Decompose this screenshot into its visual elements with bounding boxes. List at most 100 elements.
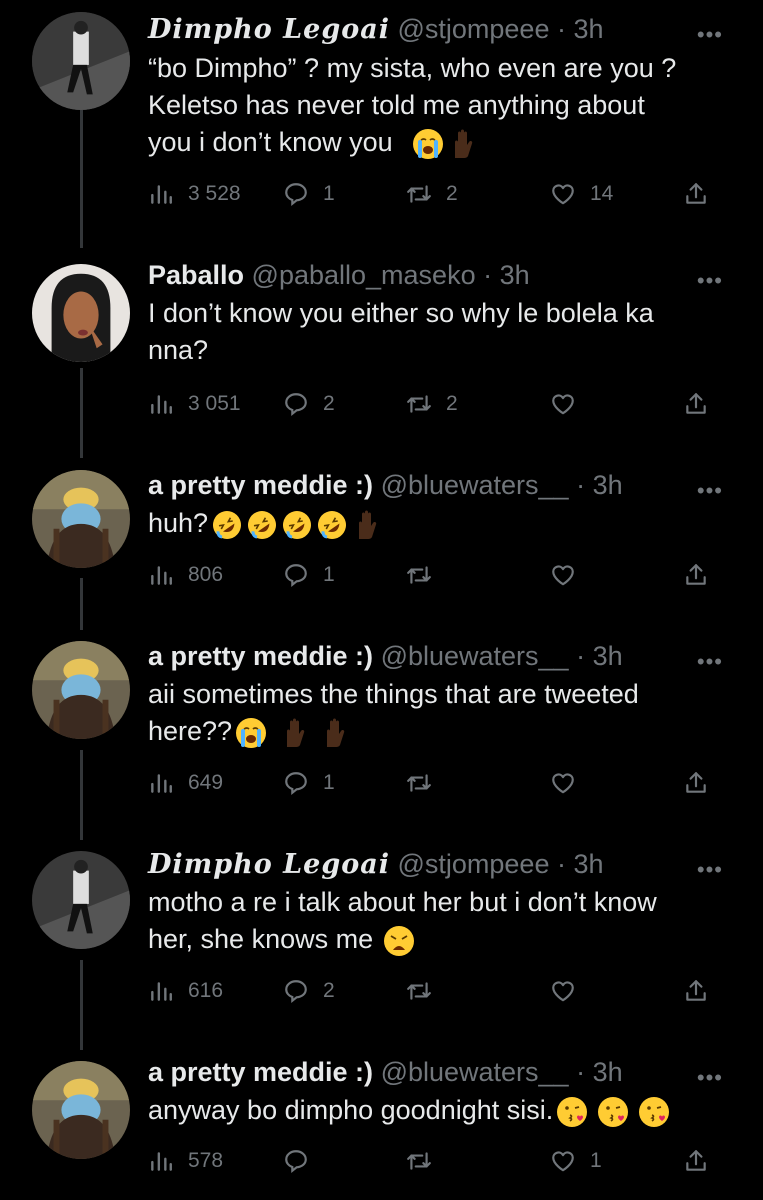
- views-action[interactable]: 649: [148, 766, 223, 800]
- handle[interactable]: @bluewaters__: [381, 641, 569, 671]
- reply-count: 1: [323, 771, 335, 794]
- kiss-emoji: [597, 1096, 629, 1128]
- reply-button[interactable]: 2: [283, 974, 335, 1008]
- more-options-icon[interactable]: •••: [697, 857, 723, 883]
- reply-icon: [283, 562, 309, 588]
- timestamp[interactable]: · 3h: [576, 641, 623, 671]
- timestamp[interactable]: · 3h: [557, 849, 604, 879]
- retweet-button[interactable]: [406, 766, 446, 800]
- heart-icon: [550, 562, 576, 588]
- reply-button[interactable]: 1: [283, 558, 335, 592]
- like-button[interactable]: [550, 974, 590, 1008]
- avatar[interactable]: [32, 264, 130, 362]
- reply-count: 2: [323, 392, 335, 415]
- display-name[interactable]: Paballo: [148, 260, 244, 290]
- display-name[interactable]: Dimpho Legoai: [148, 14, 390, 45]
- share-button[interactable]: [683, 974, 709, 1008]
- display-name[interactable]: a pretty meddie :): [148, 1057, 373, 1087]
- avatar[interactable]: [32, 470, 130, 568]
- display-name[interactable]: Dimpho Legoai: [148, 849, 390, 880]
- like-button[interactable]: 1: [550, 1144, 602, 1178]
- thread-line: [80, 108, 83, 248]
- heart-icon: [550, 770, 576, 796]
- reply-button[interactable]: 1: [283, 766, 335, 800]
- views-action[interactable]: 616: [148, 974, 223, 1008]
- tweet-line-text: you i don’t know you: [148, 127, 393, 157]
- handle[interactable]: @stjompeee: [397, 849, 549, 879]
- views-count: 578: [188, 1149, 224, 1172]
- share-button[interactable]: [683, 1144, 709, 1178]
- share-button[interactable]: [683, 387, 709, 421]
- reply-button[interactable]: 2: [283, 387, 335, 421]
- avatar[interactable]: [32, 12, 130, 110]
- weary-emoji: [383, 925, 415, 957]
- retweet-count: 2: [446, 182, 458, 205]
- retweet-button[interactable]: [406, 558, 446, 592]
- handle[interactable]: @paballo_maseko: [252, 260, 476, 290]
- like-button[interactable]: [550, 766, 590, 800]
- timestamp[interactable]: · 3h: [576, 470, 623, 500]
- like-button[interactable]: [550, 558, 590, 592]
- raised-hand-emoji: [319, 717, 351, 749]
- thread-line: [80, 578, 83, 630]
- share-button[interactable]: [683, 558, 709, 592]
- timestamp[interactable]: · 3h: [483, 260, 530, 290]
- tweet-line-text: her, she knows me: [148, 924, 374, 954]
- views-action[interactable]: 3 051: [148, 387, 241, 421]
- retweet-icon: [406, 562, 432, 588]
- views-icon: [148, 562, 174, 588]
- retweet-button[interactable]: 2: [406, 177, 458, 211]
- tweet-actions: 578 1: [148, 1144, 723, 1178]
- share-button[interactable]: [683, 177, 709, 211]
- display-name[interactable]: a pretty meddie :): [148, 470, 373, 500]
- heart-icon: [550, 391, 576, 417]
- share-button[interactable]: [683, 766, 709, 800]
- more-options-icon[interactable]: •••: [697, 649, 723, 675]
- views-action[interactable]: 578: [148, 1144, 223, 1178]
- raised-hand-emoji: [351, 509, 383, 541]
- reply-count: 2: [323, 979, 335, 1002]
- retweet-icon: [406, 978, 432, 1004]
- more-options-icon[interactable]: •••: [697, 268, 723, 294]
- tweet-line: anyway bo dimpho goodnight sisi.: [148, 1092, 723, 1129]
- views-count: 616: [188, 979, 224, 1002]
- tweet-text: aii sometimes the things that are tweete…: [148, 676, 723, 750]
- handle[interactable]: @bluewaters__: [381, 470, 569, 500]
- views-action[interactable]: 3 528: [148, 177, 241, 211]
- timestamp[interactable]: · 3h: [557, 14, 604, 44]
- tweet-header: a pretty meddie :) @bluewaters__ · 3h: [148, 1055, 723, 1089]
- avatar[interactable]: [32, 851, 130, 949]
- reply-icon: [283, 1148, 309, 1174]
- avatar[interactable]: [32, 1061, 130, 1159]
- views-count: 3 051: [188, 392, 241, 415]
- like-button[interactable]: 14: [550, 177, 613, 211]
- rofl-emoji: [281, 509, 313, 541]
- timestamp[interactable]: · 3h: [576, 1057, 623, 1087]
- reply-button[interactable]: 1: [283, 177, 335, 211]
- display-name[interactable]: a pretty meddie :): [148, 641, 373, 671]
- retweet-button[interactable]: [406, 1144, 446, 1178]
- raised-hand-emoji: [279, 717, 311, 749]
- more-options-icon[interactable]: •••: [697, 478, 723, 504]
- reply-icon: [283, 978, 309, 1004]
- more-options-icon[interactable]: •••: [697, 22, 723, 48]
- handle[interactable]: @stjompeee: [397, 14, 549, 44]
- views-icon: [148, 770, 174, 796]
- tweet-line-text: anyway bo dimpho goodnight sisi.: [148, 1095, 554, 1125]
- more-options-icon[interactable]: •••: [697, 1065, 723, 1091]
- like-button[interactable]: [550, 387, 590, 421]
- thread-line: [80, 368, 83, 458]
- heart-icon: [550, 181, 576, 207]
- handle[interactable]: @bluewaters__: [381, 1057, 569, 1087]
- avatar[interactable]: [32, 641, 130, 739]
- views-action[interactable]: 806: [148, 558, 223, 592]
- reply-icon: [283, 770, 309, 796]
- reply-button[interactable]: [283, 1144, 323, 1178]
- retweet-button[interactable]: 2: [406, 387, 458, 421]
- tweet-line: huh?: [148, 505, 723, 542]
- tweet-text: I don’t know you either so why le bolela…: [148, 295, 723, 369]
- views-count: 649: [188, 771, 224, 794]
- retweet-icon: [406, 770, 432, 796]
- retweet-button[interactable]: [406, 974, 446, 1008]
- tweet-line-text: huh?: [148, 508, 209, 538]
